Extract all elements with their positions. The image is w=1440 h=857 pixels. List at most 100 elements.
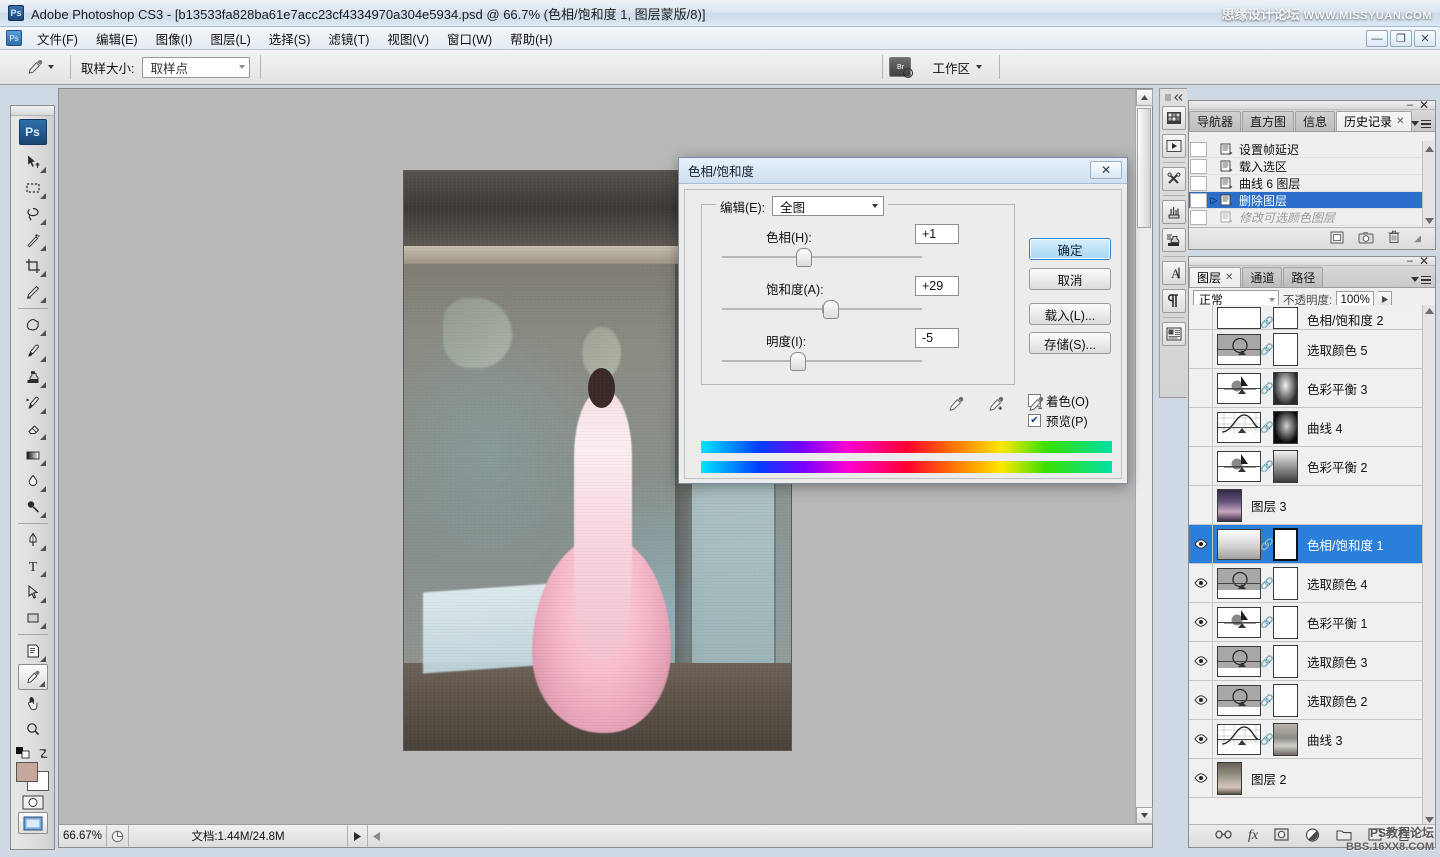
restore-button[interactable]: ❐	[1390, 30, 1412, 47]
layer-list[interactable]: 🔗 色相/饱和度 2 🔗 选取颜色 5 🔗 色彩平衡 3	[1189, 305, 1435, 826]
layer-thumbnail[interactable]	[1217, 529, 1261, 560]
history-brush-tool[interactable]	[18, 390, 48, 416]
tab-history[interactable]: 历史记录 ✕	[1336, 111, 1412, 131]
dialog-close-button[interactable]: ✕	[1090, 161, 1122, 179]
layer-mask-link-icon[interactable]: 🔗	[1261, 733, 1273, 746]
table-row[interactable]: 🔗 色彩平衡 3	[1189, 369, 1435, 408]
history-panel-grip[interactable]: – ✕	[1189, 101, 1435, 110]
delete-state-icon[interactable]	[1388, 230, 1400, 247]
eraser-tool[interactable]	[18, 416, 48, 442]
table-row-selected[interactable]: 🔗 色相/饱和度 1	[1189, 525, 1435, 564]
crop-tool[interactable]	[18, 253, 48, 279]
swap-colors-icon[interactable]	[37, 747, 50, 760]
tab-info[interactable]: 信息	[1295, 111, 1335, 131]
table-row[interactable]: 🔗 色彩平衡 2	[1189, 447, 1435, 486]
layer-mask-thumbnail[interactable]	[1273, 307, 1298, 329]
add-mask-icon[interactable]	[1274, 828, 1289, 844]
history-item[interactable]: 设置帧延迟	[1189, 141, 1435, 158]
history-panel-menu-button[interactable]	[1411, 120, 1431, 129]
history-snapshot-source-box[interactable]	[1190, 142, 1207, 157]
paragraph-panel-icon[interactable]	[1162, 289, 1186, 313]
blur-tool[interactable]	[18, 468, 48, 494]
zoom-tool[interactable]	[18, 716, 48, 742]
layer-mask-thumbnail[interactable]	[1273, 684, 1298, 717]
close-button[interactable]: ✕	[1414, 30, 1436, 47]
lasso-tool[interactable]	[18, 201, 48, 227]
history-snapshot-source-box[interactable]	[1190, 176, 1207, 191]
table-row[interactable]: 🔗 色相/饱和度 2	[1189, 305, 1435, 330]
tab-channels[interactable]: 通道	[1242, 267, 1282, 287]
magic-wand-tool[interactable]	[18, 227, 48, 253]
menu-edit[interactable]: 编辑(E)	[87, 27, 147, 50]
animation-panel-icon[interactable]	[1162, 134, 1186, 158]
tab-navigator[interactable]: 导航器	[1189, 111, 1241, 131]
hue-value-input[interactable]: +1	[915, 224, 959, 244]
dialog-title-bar[interactable]: 色相/饱和度 ✕	[679, 158, 1127, 184]
shape-tool[interactable]	[18, 605, 48, 631]
saturation-slider-knob[interactable]	[823, 300, 839, 319]
dock-collapse-button[interactable]	[1161, 91, 1187, 104]
tab-history-close-icon[interactable]: ✕	[1396, 116, 1404, 127]
layers-scroll-down-icon[interactable]	[1425, 817, 1434, 823]
layer-visibility-toggle[interactable]	[1189, 603, 1213, 641]
layer-mask-link-icon[interactable]: 🔗	[1261, 616, 1273, 629]
layer-thumbnail[interactable]	[1217, 489, 1242, 522]
layer-visibility-toggle[interactable]	[1189, 759, 1213, 797]
layers-panel-grip[interactable]: – ✕	[1189, 257, 1435, 266]
scroll-thumb[interactable]	[1137, 108, 1151, 228]
table-row[interactable]: 🔗 选取颜色 4	[1189, 564, 1435, 603]
lightness-slider-knob[interactable]	[790, 352, 806, 371]
menu-select[interactable]: 选择(S)	[260, 27, 320, 50]
layer-visibility-toggle[interactable]	[1189, 305, 1213, 329]
lightness-slider-track[interactable]	[722, 360, 922, 362]
history-scroll-up-icon[interactable]	[1425, 146, 1434, 152]
layer-visibility-toggle[interactable]	[1189, 642, 1213, 680]
history-snapshot-source-box[interactable]	[1190, 210, 1207, 225]
new-adjustment-layer-icon[interactable]	[1305, 828, 1320, 845]
canvas-vertical-scrollbar[interactable]	[1135, 89, 1152, 824]
layer-thumbnail[interactable]	[1217, 607, 1261, 638]
layer-visibility-toggle[interactable]	[1189, 525, 1213, 563]
layer-visibility-toggle[interactable]	[1189, 486, 1213, 524]
preview-options-icon[interactable]	[107, 825, 129, 847]
menu-help[interactable]: 帮助(H)	[501, 27, 561, 50]
layers-scrollbar[interactable]	[1422, 305, 1435, 826]
quick-mask-button[interactable]	[18, 792, 48, 812]
saturation-slider-track[interactable]	[722, 308, 922, 310]
sample-size-select[interactable]: 取样点	[142, 57, 250, 78]
layer-thumbnail[interactable]	[1217, 685, 1261, 716]
tool-presets-icon[interactable]	[1162, 167, 1186, 191]
layer-mask-thumbnail[interactable]	[1273, 372, 1298, 405]
hue-slider-knob[interactable]	[796, 248, 812, 267]
current-tool-button[interactable]	[20, 54, 60, 80]
new-group-icon[interactable]	[1336, 829, 1352, 844]
layer-mask-thumbnail[interactable]	[1273, 450, 1298, 483]
table-row[interactable]: 图层 2	[1189, 759, 1435, 798]
table-row[interactable]: 🔗 色彩平衡 1	[1189, 603, 1435, 642]
layer-thumbnail[interactable]	[1217, 373, 1261, 404]
layer-mask-thumbnail[interactable]	[1273, 333, 1298, 366]
load-button[interactable]: 载入(L)...	[1029, 303, 1111, 325]
edit-channel-select[interactable]: 全图	[772, 196, 884, 216]
history-state-list[interactable]: 设置帧延迟 载入选区 曲线 6 图层 ▷ 删除图层	[1189, 141, 1435, 227]
preview-checkbox-row[interactable]: ✔ 预览(P)	[1028, 411, 1088, 430]
clone-source-icon[interactable]	[1162, 228, 1186, 252]
layer-visibility-toggle[interactable]	[1189, 681, 1213, 719]
history-item[interactable]: 曲线 6 图层	[1189, 175, 1435, 192]
tab-layers[interactable]: 图层 ✕	[1189, 267, 1241, 287]
type-tool[interactable]: T	[18, 553, 48, 579]
saturation-value-input[interactable]: +29	[915, 276, 959, 296]
go-to-bridge-icon[interactable]: Br	[889, 57, 911, 77]
layer-mask-thumbnail[interactable]	[1273, 567, 1298, 600]
history-item[interactable]: 载入选区	[1189, 158, 1435, 175]
layer-thumbnail[interactable]	[1217, 724, 1261, 755]
menu-layer[interactable]: 图层(L)	[201, 27, 259, 50]
scroll-up-button[interactable]	[1136, 89, 1153, 106]
layer-mask-link-icon[interactable]: 🔗	[1261, 577, 1273, 590]
layer-visibility-toggle[interactable]	[1189, 564, 1213, 602]
menu-window[interactable]: 窗口(W)	[438, 27, 501, 50]
layers-scroll-up-icon[interactable]	[1425, 308, 1434, 314]
tab-histogram[interactable]: 直方图	[1242, 111, 1294, 131]
menu-filter[interactable]: 滤镜(T)	[319, 27, 378, 50]
layer-visibility-toggle[interactable]	[1189, 408, 1213, 446]
